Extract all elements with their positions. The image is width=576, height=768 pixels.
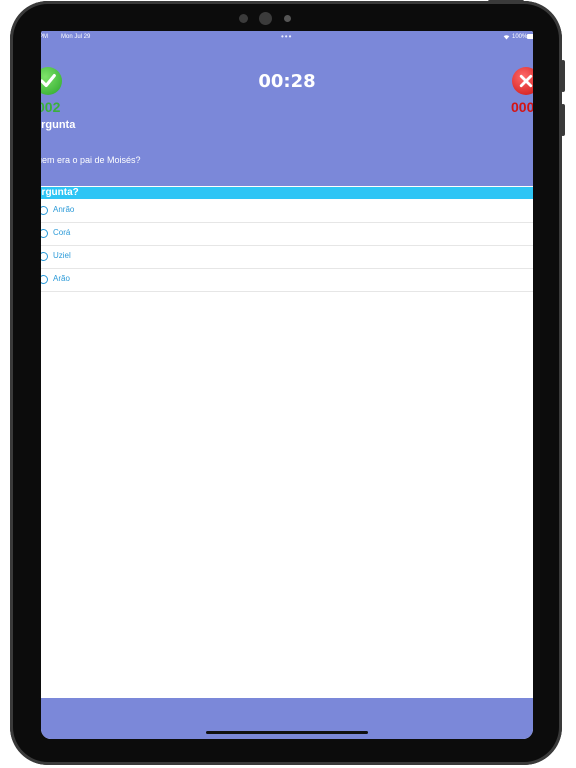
answer-option[interactable]: Anrão [41, 200, 533, 223]
answer-option[interactable]: Corá [41, 223, 533, 246]
wifi-icon [503, 34, 510, 42]
wrong-score: 000 [511, 99, 533, 115]
answer-option[interactable]: Uziel [41, 246, 533, 269]
radio-icon[interactable] [41, 275, 48, 284]
question-text: uem era o pai de Moisés? [41, 155, 141, 165]
answer-option[interactable]: Arão [41, 269, 533, 292]
light-sensor [284, 15, 291, 22]
radio-icon[interactable] [41, 229, 48, 238]
battery-percent: 100% [512, 34, 528, 40]
power-button [488, 0, 524, 3]
answers-section-header: ergunta? [41, 187, 533, 199]
status-time: PM [41, 34, 48, 40]
x-icon [512, 67, 533, 95]
countdown-timer: 00:28 [258, 71, 316, 92]
section-header-label: ergunta? [41, 187, 79, 198]
volume-down-button [561, 104, 565, 136]
correct-score: 002 [41, 99, 61, 115]
home-indicator[interactable] [206, 731, 368, 734]
sensor-dot [239, 14, 248, 23]
app-screen: PM Mon Jul 29 ••• 100% 00:28 002 000 erg… [41, 31, 533, 739]
multitask-dots[interactable]: ••• [281, 32, 292, 41]
radio-icon[interactable] [41, 206, 48, 215]
radio-icon[interactable] [41, 252, 48, 261]
quiz-header: PM Mon Jul 29 ••• 100% 00:28 002 000 erg… [41, 31, 533, 186]
battery-icon [527, 34, 533, 39]
answer-label: Uziel [53, 251, 71, 260]
answer-label: Corá [53, 228, 71, 237]
status-date: Mon Jul 29 [61, 34, 91, 40]
answer-label: Anrão [53, 205, 75, 214]
question-heading: ergunta [41, 119, 76, 131]
volume-up-button [561, 60, 565, 92]
camera-lens [259, 12, 272, 25]
answer-label: Arão [53, 274, 70, 283]
